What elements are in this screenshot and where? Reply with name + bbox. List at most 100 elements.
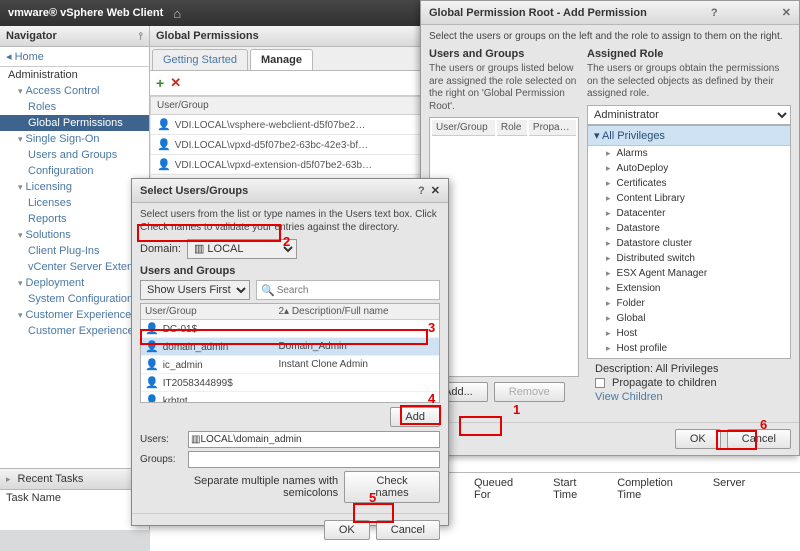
priv-item[interactable]: ESX Agent Manager (588, 266, 790, 281)
ug-heading: Users and Groups (429, 48, 579, 60)
nav-section[interactable]: ▾Access Control (0, 83, 149, 99)
recent-tasks-col: Task Name (6, 492, 61, 504)
cancel-button[interactable]: Cancel (727, 429, 791, 449)
domain-select[interactable]: ▥ LOCAL (187, 239, 297, 259)
groups-label: Groups: (140, 454, 182, 465)
priv-item[interactable]: Certificates (588, 176, 790, 191)
home-icon[interactable]: ⌂ (173, 6, 181, 21)
privileges-tree[interactable]: ▾ All PrivilegesAlarmsAutoDeployCertific… (587, 125, 791, 359)
expand-icon: ▸ (6, 474, 11, 485)
separator-hint: Separate multiple names with semicolons (140, 475, 338, 499)
ug-listbox[interactable]: User/Group Role Propa… (429, 117, 579, 377)
nav-item[interactable]: vCenter Server Extensio… (0, 259, 149, 275)
view-children-link[interactable]: View Children (595, 391, 663, 403)
nav-item[interactable]: Users and Groups (0, 147, 149, 163)
list-item[interactable]: 👤krbtgt (141, 392, 439, 404)
priv-item[interactable]: Global (588, 311, 790, 326)
tab-getting-started[interactable]: Getting Started (152, 49, 248, 70)
nav-title-text: Navigator (6, 30, 57, 42)
help-icon[interactable]: ? (711, 7, 718, 19)
nav-item[interactable]: Customer Experience Improv… (0, 323, 149, 339)
select-ok-button[interactable]: OK (324, 520, 370, 540)
search-input[interactable] (275, 283, 435, 298)
users-input[interactable] (188, 431, 440, 448)
ug-subheading: Users and Groups (140, 265, 440, 277)
navigator-title: Navigator ⫯ (0, 26, 149, 47)
remove-icon[interactable]: ✕ (170, 75, 181, 91)
nav-item[interactable]: Configuration (0, 163, 149, 179)
priv-item[interactable]: Distributed switch (588, 251, 790, 266)
tab-manage[interactable]: Manage (250, 49, 313, 70)
user-icon: 👤 (145, 377, 159, 389)
nav-item[interactable]: Licenses (0, 195, 149, 211)
recent-tasks-title: Recent Tasks (18, 473, 84, 485)
list-item[interactable]: 👤ic_adminInstant Clone Admin (141, 356, 439, 374)
priv-item[interactable]: Folder (588, 296, 790, 311)
priv-item[interactable]: Content Library (588, 191, 790, 206)
user-icon: 👤 (157, 139, 171, 151)
user-icon: 👤 (145, 341, 159, 353)
user-icon: 👤 (145, 359, 159, 371)
ok-button[interactable]: OK (675, 429, 721, 449)
close-icon[interactable]: ✕ (782, 6, 791, 19)
priv-item[interactable]: Alarms (588, 146, 790, 161)
dialog-title: Global Permission Root - Add Permission (429, 7, 647, 19)
select-users-dialog: Select Users/Groups ? ✕ Select users from… (131, 178, 449, 526)
select-cancel-button[interactable]: Cancel (376, 520, 440, 540)
navigator-panel: Navigator ⫯ ◂ Home Administration▾Access… (0, 26, 150, 530)
priv-item[interactable]: Extension (588, 281, 790, 296)
col-header: Server (713, 477, 745, 501)
domain-label: Domain: (140, 243, 181, 255)
priv-desc: Description: All Privileges (595, 363, 783, 375)
nav-item[interactable]: Global Permissions (0, 115, 149, 131)
list-item[interactable]: 👤DC-01$ (141, 320, 439, 338)
role-select[interactable]: Administrator (587, 105, 791, 125)
show-select[interactable]: Show Users First (140, 280, 250, 300)
nav-item[interactable]: System Configuration (0, 291, 149, 307)
role-desc: The users or groups obtain the permissio… (587, 63, 791, 101)
add-user-button[interactable]: Add (390, 407, 440, 427)
nav-section[interactable]: ▾Licensing (0, 179, 149, 195)
select-title: Select Users/Groups (140, 185, 248, 197)
nav-section[interactable]: ▾Customer Experience Improv… (0, 307, 149, 323)
priv-item[interactable]: Datastore cluster (588, 236, 790, 251)
select-instr: Select users from the list or type names… (140, 209, 440, 234)
propagate-checkbox[interactable]: Propagate to children (595, 377, 783, 389)
groups-input[interactable] (188, 451, 440, 468)
user-list[interactable]: User/Group2▴ Description/Full name👤DC-01… (140, 303, 440, 403)
recent-tasks-header[interactable]: ▸ Recent Tasks (0, 468, 149, 490)
priv-header[interactable]: ▾ All Privileges (588, 126, 790, 146)
priv-item[interactable]: Datastore (588, 221, 790, 236)
priv-item[interactable]: AutoDeploy (588, 161, 790, 176)
help-icon[interactable]: ? (418, 185, 425, 197)
check-names-button[interactable]: Check names (344, 471, 440, 503)
search-box[interactable]: 🔍 (256, 280, 440, 300)
col-role: Role (497, 120, 527, 136)
nav-item[interactable]: Roles (0, 99, 149, 115)
col-usergroup: User/Group (432, 120, 495, 136)
priv-item[interactable]: Host profile (588, 341, 790, 356)
close-icon[interactable]: ✕ (431, 185, 440, 197)
ug-desc: The users or groups listed below are ass… (429, 63, 579, 113)
nav-section[interactable]: ▾Solutions (0, 227, 149, 243)
priv-item[interactable]: Datacenter (588, 206, 790, 221)
user-icon: 👤 (145, 323, 159, 335)
pin-icon[interactable]: ⫯ (139, 31, 143, 42)
users-label: Users: (140, 434, 182, 445)
add-icon[interactable]: + (156, 75, 164, 91)
search-icon: 🔍 (261, 284, 275, 297)
nav-item[interactable]: Reports (0, 211, 149, 227)
list-item[interactable]: 👤domain_adminDomain_Admin (141, 338, 439, 356)
col-header: 2▴ Description/Full name (274, 304, 439, 320)
breadcrumb[interactable]: ◂ Home (0, 47, 149, 67)
nav-section[interactable]: ▾Deployment (0, 275, 149, 291)
nav-section[interactable]: ▾Single Sign-On (0, 131, 149, 147)
recent-tasks-body: Task Name (0, 490, 149, 530)
content-title-text: Global Permissions (156, 30, 259, 42)
nav-item[interactable]: Client Plug-Ins (0, 243, 149, 259)
priv-item[interactable]: Host (588, 326, 790, 341)
remove-button[interactable]: Remove (494, 382, 565, 402)
dialog-desc: Select the users or groups on the left a… (421, 25, 799, 48)
list-item[interactable]: 👤IT2058344899$ (141, 374, 439, 392)
col-header: Completion Time (617, 477, 673, 501)
